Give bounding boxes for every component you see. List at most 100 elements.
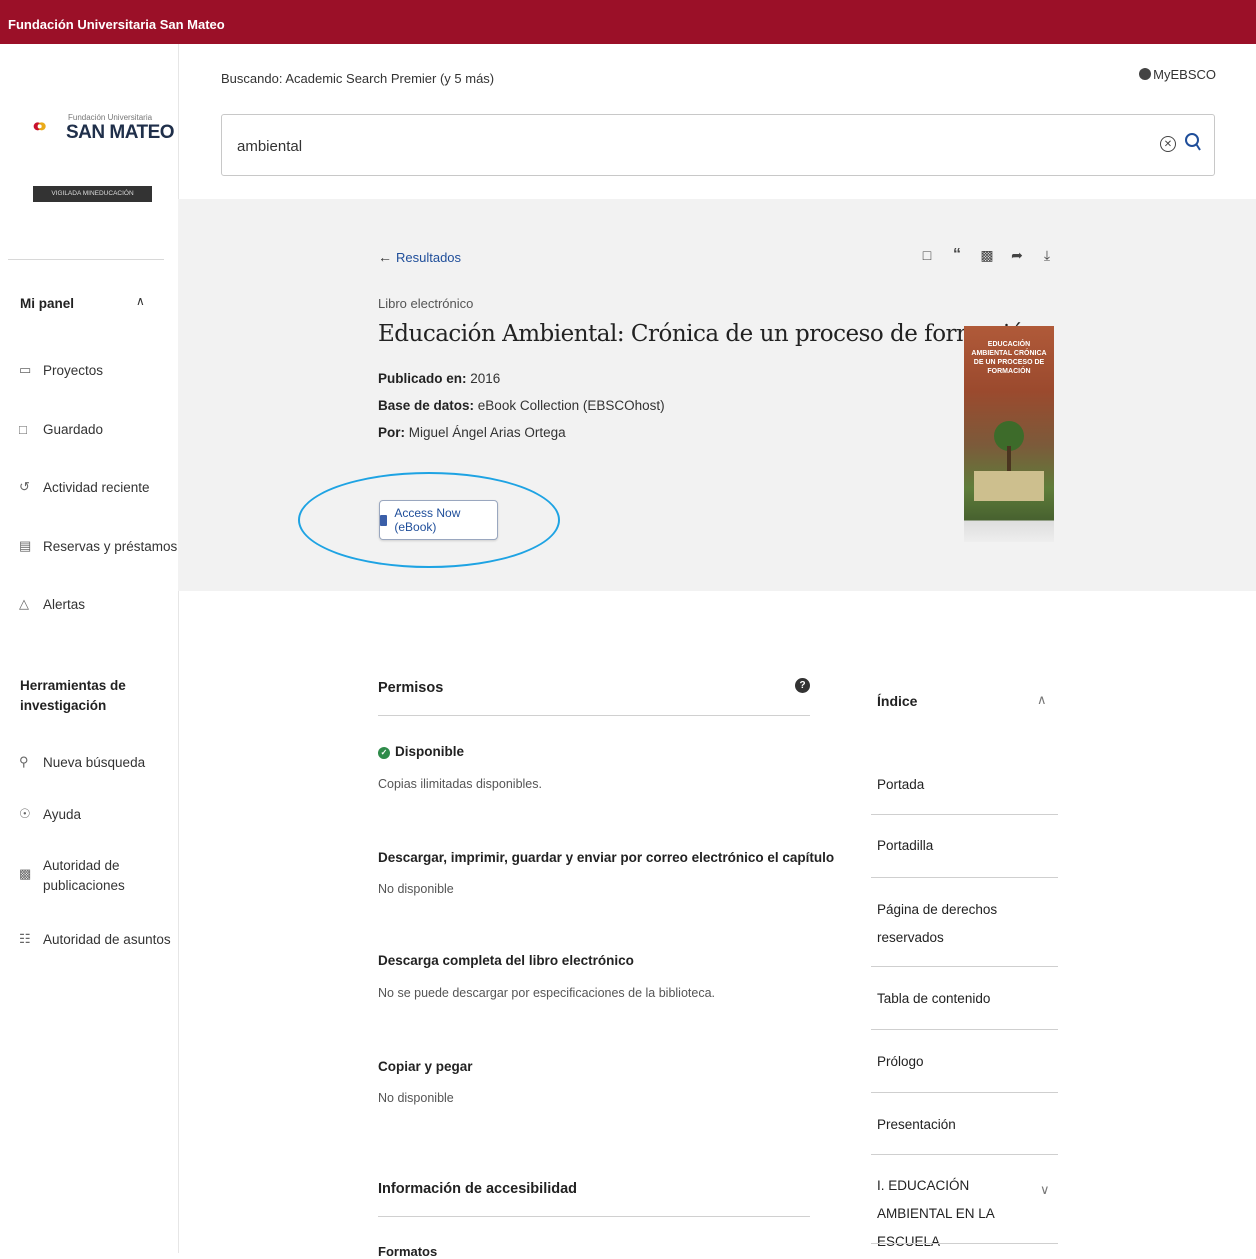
sidebar-item-label-line2: publicaciones bbox=[43, 878, 125, 893]
published-row: Publicado en: 2016 bbox=[378, 371, 500, 386]
formats-label: Formatos bbox=[378, 1244, 438, 1259]
chevron-up-icon[interactable]: ∧ bbox=[1037, 692, 1047, 708]
database-value: eBook Collection (EBSCOhost) bbox=[477, 398, 665, 413]
permissions-title: Permisos bbox=[378, 680, 444, 696]
chevron-down-icon[interactable]: ∨ bbox=[1040, 1182, 1050, 1198]
toc-item[interactable]: Prólogo bbox=[877, 1048, 1058, 1076]
user-icon bbox=[1139, 68, 1152, 80]
permission-value: No disponible bbox=[378, 882, 454, 896]
logo-small-text: Fundación Universitaria bbox=[68, 113, 153, 122]
publication-icon: ▩ bbox=[19, 866, 32, 881]
share-icon[interactable]: ➦ bbox=[1008, 246, 1026, 264]
sidebar-item-holds-loans[interactable]: ▤ Reservas y préstamos bbox=[19, 535, 177, 557]
institution-name: Fundación Universitaria San Mateo bbox=[8, 17, 225, 32]
document-type: Libro electrónico bbox=[378, 296, 474, 311]
logo-band: VIGILADA MINEDUCACIÓN bbox=[33, 186, 152, 202]
sidebar-item-label: Reservas y préstamos bbox=[43, 538, 178, 554]
download-icon[interactable]: ⤓ bbox=[1038, 246, 1056, 264]
toc-item[interactable]: Tabla de contenido bbox=[877, 985, 1058, 1013]
author-value[interactable]: Miguel Ángel Arias Ortega bbox=[409, 425, 566, 440]
panel-title[interactable]: Mi panel bbox=[20, 294, 74, 314]
institution-bar: Fundación Universitaria San Mateo bbox=[0, 0, 1256, 44]
sidebar-item-help[interactable]: ☉ Ayuda bbox=[19, 803, 81, 825]
toc-divider bbox=[871, 1092, 1058, 1093]
myebsco-link[interactable]: MyEBSCO bbox=[1139, 67, 1216, 82]
search-input[interactable] bbox=[235, 133, 1099, 159]
sidebar-item-recent-activity[interactable]: ↺ Actividad reciente bbox=[19, 476, 150, 498]
database-label: Base de datos: bbox=[378, 398, 475, 413]
sidebar-item-publication-authority[interactable]: ▩ Autoridad de publicaciones bbox=[19, 856, 125, 900]
database-row: Base de datos: eBook Collection (EBSCOho… bbox=[378, 398, 665, 413]
sidebar-item-label: Guardado bbox=[43, 421, 104, 437]
permission-value: No disponible bbox=[378, 1091, 454, 1105]
bell-icon: △ bbox=[19, 596, 29, 611]
searching-label: Buscando: bbox=[221, 71, 283, 86]
sidebar-item-label: Nueva búsqueda bbox=[43, 754, 146, 770]
cite-icon[interactable]: “ bbox=[948, 246, 966, 264]
sidebar-divider bbox=[8, 259, 164, 260]
access-now-label: Access Now (eBook) bbox=[394, 506, 461, 534]
logo-big-text: SAN MATEO bbox=[66, 122, 175, 143]
sidebar-item-saved[interactable]: □ Guardado bbox=[19, 418, 103, 440]
copies-text: Copias ilimitadas disponibles. bbox=[378, 777, 542, 791]
sidebar bbox=[0, 44, 179, 1253]
history-icon: ↺ bbox=[19, 479, 30, 494]
toc-divider bbox=[871, 1154, 1058, 1155]
toc-item[interactable]: Presentación bbox=[877, 1111, 1058, 1139]
sidebar-item-label: Autoridad de asuntos bbox=[43, 931, 171, 947]
clear-search-icon[interactable]: ✕ bbox=[1160, 136, 1176, 152]
permissions-divider bbox=[378, 715, 810, 716]
book-cover[interactable]: EDUCACIÓN AMBIENTAL CRÓNICA DE UN PROCES… bbox=[964, 326, 1054, 542]
search-box: ✕ bbox=[221, 114, 1215, 176]
toc-item[interactable]: Página de derechos reservados bbox=[877, 896, 1007, 952]
permission-heading: Descargar, imprimir, guardar y enviar po… bbox=[378, 850, 835, 865]
research-tools-title: Herramientas de investigación bbox=[20, 676, 126, 716]
back-to-results[interactable]: ← Resultados bbox=[378, 249, 461, 265]
toc-divider bbox=[871, 1029, 1058, 1030]
access-now-button[interactable]: Access Now (eBook) bbox=[379, 500, 498, 540]
sidebar-item-alerts[interactable]: △ Alertas bbox=[19, 593, 85, 615]
add-to-project-icon[interactable]: ▩ bbox=[978, 246, 996, 264]
searching-value[interactable]: Academic Search Premier (y 5 más) bbox=[285, 71, 494, 86]
check-icon: ✓ bbox=[378, 747, 390, 759]
record-tools: □ “ ▩ ➦ ⤓ bbox=[918, 246, 1056, 264]
research-tools-title-line2: investigación bbox=[20, 698, 107, 713]
arrow-left-icon: ← bbox=[378, 249, 392, 265]
searching-databases[interactable]: Buscando: Academic Search Premier (y 5 m… bbox=[221, 71, 494, 86]
availability-status: ✓ Disponible bbox=[378, 744, 464, 759]
sidebar-item-projects[interactable]: ▭ Proyectos bbox=[19, 359, 103, 381]
back-label: Resultados bbox=[396, 250, 462, 265]
permission-value: No se puede descargar por especificacion… bbox=[378, 986, 716, 1000]
sidebar-item-label: Ayuda bbox=[43, 806, 82, 822]
search-icon[interactable] bbox=[1184, 132, 1202, 154]
record-header bbox=[178, 199, 1256, 591]
sidebar-item-new-search[interactable]: ⚲ Nueva búsqueda bbox=[19, 751, 145, 773]
toc-divider bbox=[871, 814, 1058, 815]
accessibility-divider bbox=[378, 1216, 810, 1217]
sidebar-item-label: Actividad reciente bbox=[43, 479, 150, 495]
books-icon: ▤ bbox=[19, 538, 32, 553]
chevron-up-icon[interactable]: ∧ bbox=[136, 294, 145, 308]
permission-heading: Copiar y pegar bbox=[378, 1059, 473, 1074]
toc-title[interactable]: Índice bbox=[877, 693, 917, 709]
sidebar-item-subject-authority[interactable]: ☷ Autoridad de asuntos bbox=[19, 928, 171, 950]
help-icon[interactable]: ? bbox=[795, 678, 810, 693]
sidebar-item-label: Alertas bbox=[43, 596, 86, 612]
toc-item[interactable]: Portadilla bbox=[877, 832, 1058, 860]
help-icon: ☉ bbox=[19, 806, 31, 821]
toc-divider bbox=[871, 877, 1058, 878]
author-row: Por: Miguel Ángel Arias Ortega bbox=[378, 425, 566, 440]
record-title: Educación Ambiental: Crónica de un proce… bbox=[378, 321, 1038, 347]
bookmark-icon[interactable]: □ bbox=[918, 246, 936, 264]
cover-book bbox=[974, 471, 1044, 501]
ebook-icon bbox=[380, 514, 388, 526]
sidebar-item-label: Autoridad de publicaciones bbox=[43, 856, 125, 896]
author-label: Por: bbox=[378, 425, 405, 440]
available-label: Disponible bbox=[395, 744, 465, 759]
permission-heading: Descarga completa del libro electrónico bbox=[378, 953, 634, 968]
toc-item[interactable]: Portada bbox=[877, 771, 1058, 799]
cover-title: EDUCACIÓN AMBIENTAL CRÓNICA DE UN PROCES… bbox=[971, 341, 1047, 375]
bookmark-icon: □ bbox=[19, 421, 27, 437]
toc-divider bbox=[871, 966, 1058, 967]
sidebar-item-label-line1: Autoridad de bbox=[43, 858, 120, 873]
